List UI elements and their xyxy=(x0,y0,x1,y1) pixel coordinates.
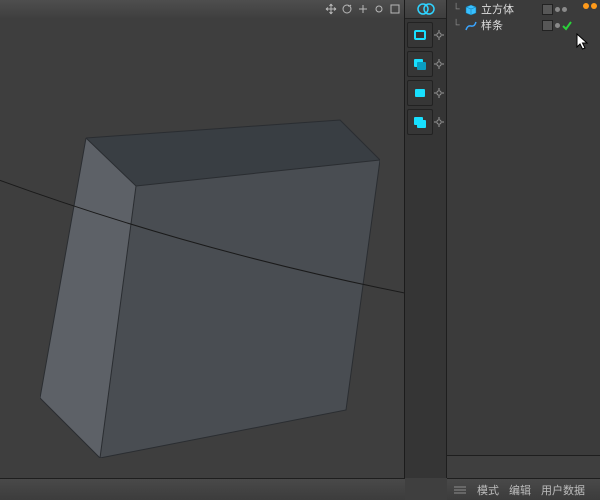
gear-icon[interactable] xyxy=(434,51,444,77)
visibility-render-dot[interactable] xyxy=(562,7,567,12)
check-icon[interactable] xyxy=(562,21,572,31)
display-layer-single-b-button[interactable] xyxy=(407,80,433,106)
maximize-icon[interactable] xyxy=(388,2,402,16)
move-icon[interactable] xyxy=(324,2,338,16)
app-root: └ 立方体 └ 样条 xyxy=(0,0,600,500)
viewport-canvas[interactable] xyxy=(0,18,404,478)
layer-color-swatch[interactable] xyxy=(542,20,553,31)
spline-icon xyxy=(464,19,478,33)
object-manager[interactable]: └ 立方体 └ 样条 xyxy=(447,0,600,478)
viewport-header xyxy=(0,0,404,19)
tree-branch-icon: └ xyxy=(451,18,461,34)
pan-icon[interactable] xyxy=(372,2,386,16)
attribute-manager-menus: 模式 编辑 用户数据 xyxy=(447,478,600,500)
cycle-icon[interactable] xyxy=(340,2,354,16)
panel-splitter[interactable] xyxy=(447,455,600,478)
menu-userdata[interactable]: 用户数据 xyxy=(541,482,585,498)
object-flags-row1 xyxy=(542,4,567,15)
toolstrip-header-icon[interactable] xyxy=(405,0,446,19)
gear-icon[interactable] xyxy=(434,22,444,48)
cube-object xyxy=(40,78,380,458)
visibility-editor-dot[interactable] xyxy=(555,23,560,28)
object-row-spline[interactable]: └ 样条 xyxy=(451,18,600,34)
right-column: └ 立方体 └ 样条 xyxy=(405,0,600,500)
tree-branch-icon: └ xyxy=(451,2,461,18)
panel-options-icon[interactable] xyxy=(583,3,597,9)
visibility-editor-dot[interactable] xyxy=(555,7,560,12)
display-toolstrip xyxy=(405,0,447,478)
layer-color-swatch[interactable] xyxy=(542,4,553,15)
gear-icon[interactable] xyxy=(434,80,444,106)
menu-edit[interactable]: 编辑 xyxy=(509,482,531,498)
object-flags-row2 xyxy=(542,20,572,31)
object-row-cube[interactable]: └ 立方体 xyxy=(451,2,600,18)
display-layer-multi-b-button[interactable] xyxy=(407,109,433,135)
tool-buttons xyxy=(407,22,444,135)
object-rows: └ 立方体 └ 样条 xyxy=(451,2,600,34)
cube-icon xyxy=(464,3,478,17)
viewport-footer xyxy=(0,478,405,500)
display-layer-single-button[interactable] xyxy=(407,22,433,48)
object-label: 立方体 xyxy=(481,5,514,16)
menu-mode[interactable]: 模式 xyxy=(477,482,499,498)
display-layer-multi-button[interactable] xyxy=(407,51,433,77)
grip-icon[interactable] xyxy=(453,483,467,497)
gear-icon[interactable] xyxy=(434,109,444,135)
object-label: 样条 xyxy=(481,21,503,32)
zoom-icon[interactable] xyxy=(356,2,370,16)
perspective-viewport[interactable] xyxy=(0,0,405,478)
viewport-nav-icons xyxy=(324,2,402,16)
